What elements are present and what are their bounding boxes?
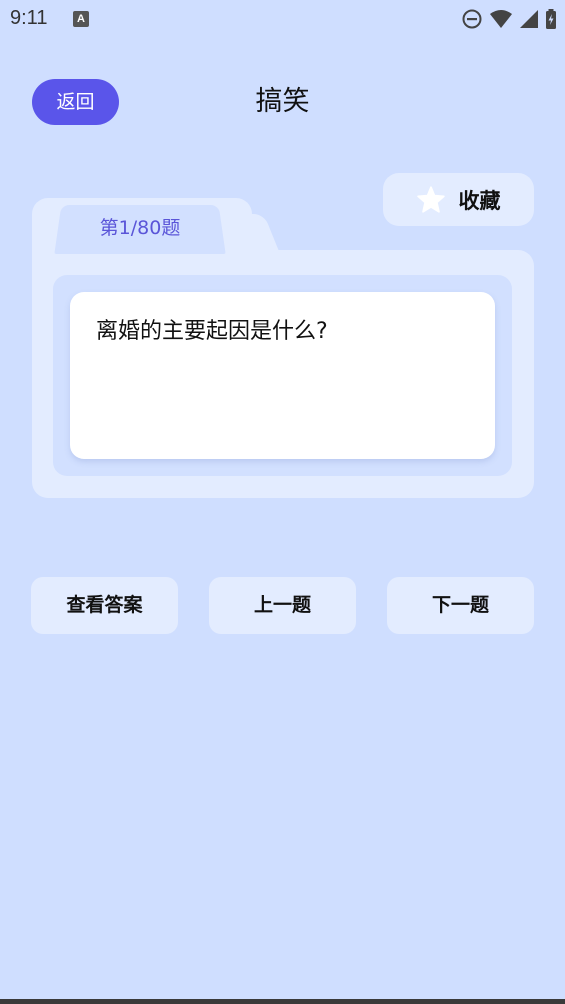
screen: 9:11 A 返回 搞笑 收藏 第1/80题 离婚的主要起因是什么? 查看答案 … — [0, 0, 565, 1004]
status-bar: 9:11 A — [0, 0, 565, 38]
question-text: 离婚的主要起因是什么? — [96, 319, 328, 344]
previous-question-button[interactable]: 上一题 — [209, 577, 356, 634]
question-index: 第1/80题 — [99, 217, 181, 239]
notification-app-icon: A — [73, 11, 89, 27]
page-title: 搞笑 — [255, 86, 310, 117]
next-question-button[interactable]: 下一题 — [387, 577, 534, 634]
cellular-signal-icon — [520, 10, 538, 28]
battery-charging-icon — [546, 9, 556, 29]
question-box: 离婚的主要起因是什么? — [70, 292, 495, 459]
wifi-icon — [490, 10, 512, 28]
status-time: 9:11 — [10, 7, 48, 29]
show-answer-button[interactable]: 查看答案 — [31, 577, 178, 634]
do-not-disturb-icon — [462, 9, 482, 29]
navigation-bar — [0, 999, 565, 1004]
favorite-button[interactable]: 收藏 — [383, 173, 534, 226]
star-icon — [416, 186, 445, 213]
status-icons — [461, 8, 557, 30]
favorite-label: 收藏 — [458, 188, 501, 213]
